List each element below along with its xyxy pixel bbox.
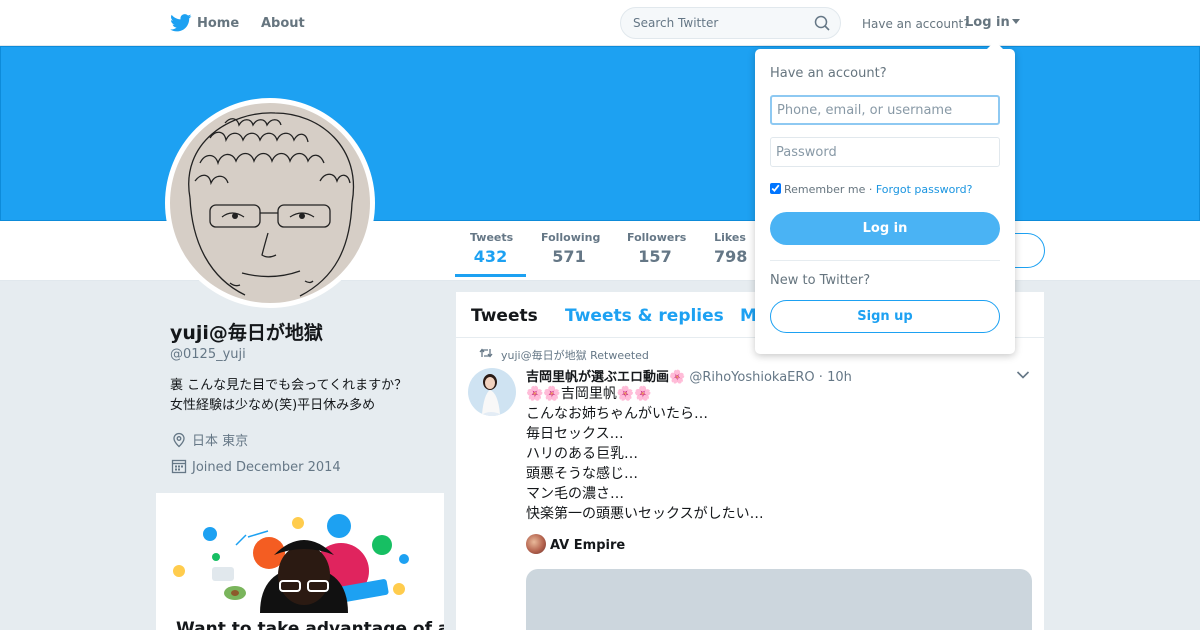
forgot-password-link[interactable]: Forgot password? [876, 183, 973, 196]
avatar-drawing [170, 103, 370, 303]
tweet-avatar-image [468, 368, 516, 416]
remember-me-row: Remember me · Forgot password? [770, 183, 972, 196]
top-nav: Home About Have an account? Log in [0, 0, 1200, 46]
tweet-sep: · [818, 370, 823, 385]
have-account-text: Have an account? [862, 17, 970, 31]
stat-likes[interactable]: Likes 798 [714, 231, 748, 266]
login-button[interactable]: Log in [770, 212, 1000, 245]
tweet-fullname[interactable]: 吉岡里帆が選ぶエロ動画🌸 [526, 370, 685, 385]
dropdown-divider [770, 260, 1000, 261]
profile-joined: Joined December 2014 [171, 458, 341, 475]
stat-value: 157 [638, 247, 672, 266]
tweet-line: 快楽第一の頭悪いセックスがしたい… [526, 506, 764, 522]
profile-location: 日本 東京 [171, 430, 248, 449]
search-box [620, 7, 841, 39]
password-field[interactable] [770, 137, 1000, 167]
tweet-author-avatar[interactable] [468, 368, 516, 416]
login-dropdown-title: Have an account? [770, 66, 887, 81]
profile-display-name[interactable]: yuji@毎日が地獄 [170, 318, 323, 345]
search-icon[interactable] [814, 15, 830, 31]
stat-value: 432 [473, 247, 508, 266]
twitter-bird-icon[interactable] [170, 14, 192, 32]
joined-text: Joined December 2014 [192, 460, 341, 475]
stat-value: 571 [552, 247, 586, 266]
caret-down-icon [1011, 19, 1020, 24]
promo-illustration [173, 514, 409, 613]
stat-label: Following [541, 231, 601, 244]
card-source-name: AV Empire [550, 538, 626, 553]
signup-promo-card: Want to take advantage of all [156, 493, 444, 630]
search-input[interactable] [621, 8, 811, 38]
remember-me-checkbox[interactable] [770, 183, 781, 194]
nav-about-link[interactable]: About [261, 16, 305, 31]
tweet-line: 毎日セックス… [526, 426, 624, 442]
tweet-text: 🌸🌸吉岡里帆🌸🌸 こんなお姉ちゃんがいたら… 毎日セックス… ハリのある巨乳… … [526, 384, 764, 524]
tweet-line: マン毛の濃さ… [526, 486, 624, 502]
profile-avatar[interactable] [165, 98, 375, 308]
retweet-context-text: yuji@毎日が地獄 Retweeted [501, 349, 649, 362]
location-text: 日本 東京 [192, 434, 249, 449]
bio-line: 裏 こんな見た目でも会ってくれますか？ [170, 378, 408, 393]
card-source[interactable]: AV Empire [526, 534, 625, 554]
stat-label: Tweets [470, 231, 514, 244]
signup-button[interactable]: Sign up [770, 300, 1000, 333]
nav-home-link[interactable]: Home [197, 16, 239, 31]
location-pin-icon [173, 432, 185, 448]
login-toggle-label: Log in [965, 15, 1010, 30]
tweet-time[interactable]: 10h [827, 370, 852, 385]
tweet-line: ハリのある巨乳… [526, 446, 638, 462]
stat-label: Followers [627, 231, 687, 244]
tweet-header: 吉岡里帆が選ぶエロ動画🌸 @RihoYoshiokaERO · 10h [526, 366, 852, 385]
stat-label: Likes [714, 231, 746, 244]
tweet-media-card[interactable] [526, 569, 1032, 630]
remember-separator: · [865, 183, 876, 196]
login-dropdown: Have an account? Remember me · Forgot pa… [755, 41, 1015, 354]
stat-followers[interactable]: Followers 157 [627, 231, 687, 266]
username-field[interactable] [770, 95, 1000, 125]
retweet-context[interactable]: yuji@毎日が地獄 Retweeted [479, 347, 649, 363]
stat-value: 798 [714, 247, 748, 266]
tweet-line: こんなお姉ちゃんがいたら… [526, 406, 708, 422]
stat-tweets[interactable]: Tweets 432 [455, 231, 526, 277]
bio-line: 女性経験は少なめ(笑)平日休み多め [170, 398, 376, 413]
card-source-avatar [526, 534, 546, 554]
login-dropdown-toggle[interactable]: Log in [965, 15, 1020, 30]
calendar-icon [171, 459, 187, 474]
profile-bio: 裏 こんな見た目でも会ってくれますか？ 女性経験は少なめ(笑)平日休み多め [170, 376, 440, 416]
tweet-more-chevron-icon[interactable] [1016, 370, 1030, 380]
remember-me-label[interactable]: Remember me [784, 183, 865, 196]
retweet-icon [479, 348, 493, 358]
tweet-line: 🌸🌸吉岡里帆🌸🌸 [526, 386, 652, 402]
promo-heading: Want to take advantage of all [176, 619, 444, 630]
tab-tweets[interactable]: Tweets [471, 306, 538, 326]
tweet-handle[interactable]: @RihoYoshiokaERO [689, 370, 814, 385]
new-to-twitter-text: New to Twitter? [770, 273, 871, 288]
profile-screen-name[interactable]: @0125_yuji [170, 347, 246, 362]
tweet-line: 頭悪そうな感じ… [526, 466, 638, 482]
stat-following[interactable]: Following 571 [541, 231, 601, 266]
tab-tweets-replies[interactable]: Tweets & replies [565, 306, 724, 326]
